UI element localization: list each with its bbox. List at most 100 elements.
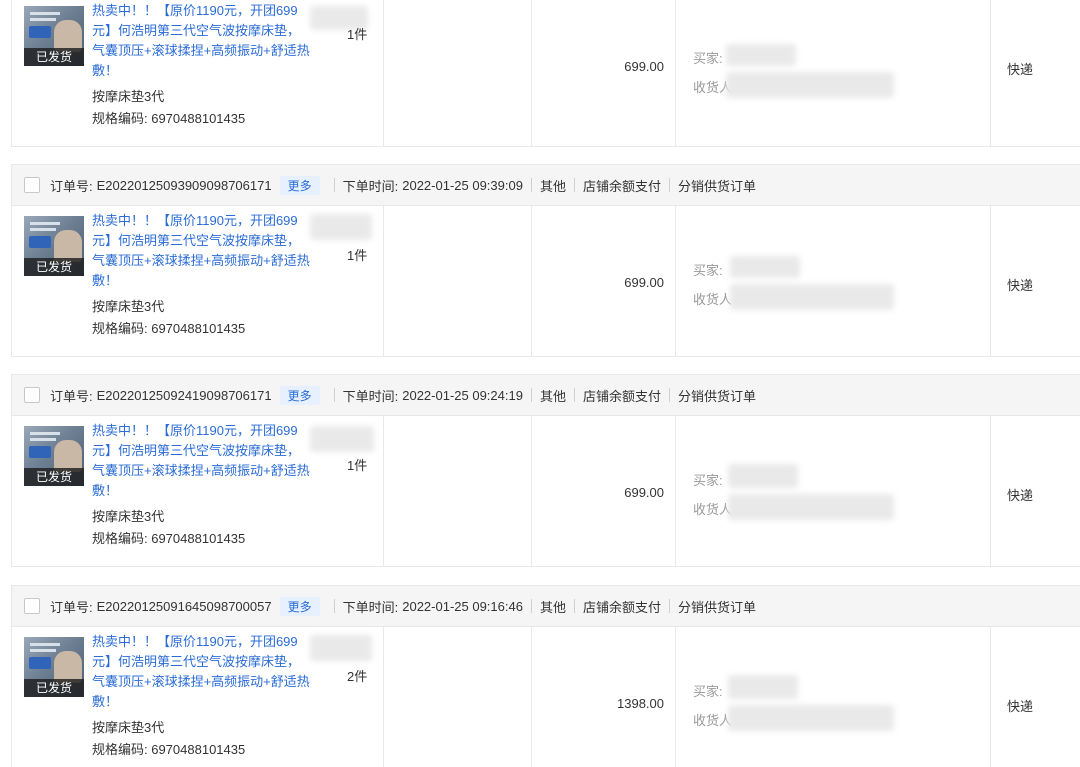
cell-divider xyxy=(675,416,676,566)
receiver-label: 收货人 xyxy=(693,502,733,517)
cell-divider xyxy=(990,416,991,566)
shipped-badge: 已发货 xyxy=(24,48,84,66)
product-thumbnail[interactable]: 已发货 xyxy=(24,637,84,697)
shipping-method: 快递 xyxy=(1007,278,1034,293)
cell-divider xyxy=(675,627,676,767)
cell-divider xyxy=(383,0,384,146)
order-type: 分销供货订单 xyxy=(677,388,756,404)
separator xyxy=(530,388,532,402)
separator xyxy=(668,388,670,402)
separator xyxy=(333,599,335,613)
cell-divider xyxy=(675,0,676,146)
buyer-label: 买家: xyxy=(693,51,723,66)
buyer-label: 买家: xyxy=(693,263,723,278)
shipped-badge: 已发货 xyxy=(24,679,84,697)
order-source: 其他 xyxy=(539,599,566,615)
blurred-price xyxy=(310,426,374,452)
product-title-link[interactable]: 热卖中！！【原价1190元，开团699元】何浩明第三代空气波按摩床垫，气囊顶压+… xyxy=(92,632,310,712)
product-title-link[interactable]: 热卖中！！【原价1190元，开团699元】何浩明第三代空气波按摩床垫，气囊顶压+… xyxy=(92,211,310,291)
shipped-badge: 已发货 xyxy=(24,468,84,486)
order-source: 其他 xyxy=(539,178,566,194)
order-time-label: 下单时间: xyxy=(342,388,399,404)
blurred-buyer-name xyxy=(728,464,798,488)
order-row: 已发货 热卖中！！【原价1190元，开团699元】何浩明第三代空气波按摩床垫，气… xyxy=(11,205,1080,357)
order-time-label: 下单时间: xyxy=(342,178,399,194)
blurred-receiver-info xyxy=(730,284,894,310)
product-spec: 按摩床垫3代 xyxy=(92,509,165,524)
shipped-badge: 已发货 xyxy=(24,258,84,276)
separator xyxy=(573,178,575,192)
shipping-method: 快递 xyxy=(1007,699,1034,714)
quantity: 2件 xyxy=(347,669,368,684)
shipping-method: 快递 xyxy=(1007,488,1034,503)
order-amount: 699.00 xyxy=(624,59,664,74)
order-header: 订单号: E20220125093909098706171 更多 下单时间: 2… xyxy=(11,164,1080,206)
blurred-price xyxy=(310,635,372,661)
order-source: 其他 xyxy=(539,388,566,404)
product-sku-code: 规格编码: 6970488101435 xyxy=(92,111,246,126)
separator xyxy=(573,388,575,402)
more-button[interactable]: 更多 xyxy=(279,596,320,616)
payment-method: 店铺余额支付 xyxy=(582,388,661,404)
separator xyxy=(668,599,670,613)
more-button[interactable]: 更多 xyxy=(279,385,320,405)
order-checkbox[interactable] xyxy=(24,387,40,403)
cell-divider xyxy=(383,206,384,356)
payment-method: 店铺余额支付 xyxy=(582,599,661,615)
cell-divider xyxy=(383,416,384,566)
product-title-link[interactable]: 热卖中！！【原价1190元，开团699元】何浩明第三代空气波按摩床垫，气囊顶压+… xyxy=(92,421,310,501)
cell-divider xyxy=(383,627,384,767)
order-checkbox[interactable] xyxy=(24,177,40,193)
separator xyxy=(333,388,335,402)
order-header: 订单号: E20220125092419098706171 更多 下单时间: 2… xyxy=(11,374,1080,416)
product-sku-code: 规格编码: 6970488101435 xyxy=(92,742,246,757)
order-no-value: E20220125092419098706171 xyxy=(96,387,272,403)
cell-divider xyxy=(990,0,991,146)
product-title-link[interactable]: 热卖中！！【原价1190元，开团699元】何浩明第三代空气波按摩床垫，气囊顶压+… xyxy=(92,1,310,81)
order-amount: 1398.00 xyxy=(617,696,664,711)
order-amount: 699.00 xyxy=(624,275,664,290)
order-header: 订单号: E20220125091645098700057 更多 下单时间: 2… xyxy=(11,585,1080,627)
order-row: 已发货 热卖中！！【原价1190元，开团699元】何浩明第三代空气波按摩床垫，气… xyxy=(11,415,1080,567)
order-amount: 699.00 xyxy=(624,485,664,500)
order-no-label: 订单号: xyxy=(50,388,93,404)
order-row: 已发货 热卖中！！【原价1190元，开团699元】何浩明第三代空气波按摩床垫，气… xyxy=(11,626,1080,767)
buyer-label: 买家: xyxy=(693,473,723,488)
product-sku-code: 规格编码: 6970488101435 xyxy=(92,321,246,336)
quantity: 1件 xyxy=(347,27,368,42)
product-thumbnail[interactable]: 已发货 xyxy=(24,426,84,486)
blurred-buyer-name xyxy=(728,675,798,699)
separator xyxy=(333,178,335,192)
separator xyxy=(573,599,575,613)
separator xyxy=(530,599,532,613)
product-thumbnail[interactable]: 已发货 xyxy=(24,6,84,66)
blurred-buyer-name xyxy=(726,44,796,66)
separator xyxy=(530,178,532,192)
blurred-buyer-name xyxy=(730,256,800,278)
product-spec: 按摩床垫3代 xyxy=(92,89,165,104)
cell-divider xyxy=(675,206,676,356)
order-checkbox[interactable] xyxy=(24,598,40,614)
order-no-value: E20220125091645098700057 xyxy=(96,598,272,614)
blurred-receiver-info xyxy=(728,705,894,731)
order-time-label: 下单时间: xyxy=(342,599,399,615)
product-thumbnail[interactable]: 已发货 xyxy=(24,216,84,276)
quantity: 1件 xyxy=(347,248,368,263)
cell-divider xyxy=(990,206,991,356)
order-row: 已发货 热卖中！！【原价1190元，开团699元】何浩明第三代空气波按摩床垫，气… xyxy=(11,0,1080,147)
shipping-method: 快递 xyxy=(1007,62,1034,77)
order-type: 分销供货订单 xyxy=(677,178,756,194)
payment-method: 店铺余额支付 xyxy=(582,178,661,194)
more-button[interactable]: 更多 xyxy=(279,175,320,195)
product-sku-code: 规格编码: 6970488101435 xyxy=(92,531,246,546)
order-no-value: E20220125093909098706171 xyxy=(96,177,272,193)
order-type: 分销供货订单 xyxy=(677,599,756,615)
blurred-price xyxy=(310,214,372,240)
product-spec: 按摩床垫3代 xyxy=(92,720,165,735)
order-time-value: 2022-01-25 09:16:46 xyxy=(402,598,523,614)
separator xyxy=(668,178,670,192)
receiver-label: 收货人 xyxy=(693,292,733,307)
quantity: 1件 xyxy=(347,458,368,473)
blurred-receiver-info xyxy=(728,494,894,520)
product-spec: 按摩床垫3代 xyxy=(92,299,165,314)
